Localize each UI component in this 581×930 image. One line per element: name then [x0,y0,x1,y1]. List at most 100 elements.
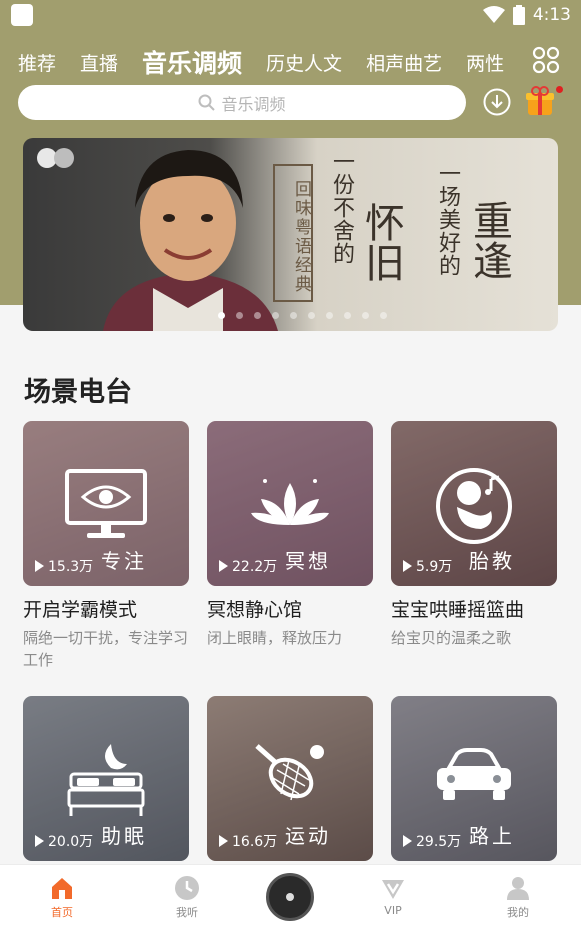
section-title: 场景电台 [24,377,132,408]
search-placeholder: 音乐调频 [221,94,286,114]
tab-live[interactable]: 直播 [80,49,118,76]
play-count-value: 16.6万 [232,834,278,850]
play-count-value: 29.5万 [416,834,462,850]
banner-dot [236,312,243,319]
vip-icon [382,880,404,899]
banner-dot [290,312,297,319]
card-tag: 运动 [285,824,331,848]
play-count: 15.3万 [35,556,93,576]
play-count-value: 22.2万 [232,559,278,575]
nav-vip[interactable]: VIP [363,875,423,917]
status-time: 4:13 [532,5,571,25]
nav-listened-label: 我听 [176,906,198,919]
nav-listened[interactable]: 我听 [157,875,217,920]
lotus-icon [251,479,329,525]
download-icon[interactable] [482,87,512,117]
play-count-value: 15.3万 [48,559,94,575]
banner-line1-big: 怀旧 [358,202,404,282]
card-thumbnail: 29.5万 路上 [391,696,557,861]
nav-mine[interactable]: 我的 [488,875,548,920]
tab-recommend[interactable]: 推荐 [18,49,56,76]
banner-line2: 一场美好的 [435,162,460,277]
search-bar[interactable]: 音乐调频 [18,85,466,120]
play-icon [403,835,412,847]
category-tabs: 推荐 直播 音乐调频 历史人文 相声曲艺 两性 [18,42,528,82]
play-count-value: 5.9万 [416,559,453,575]
user-icon [507,877,529,900]
play-icon [35,835,44,847]
banner-dot [344,312,351,319]
card-subtitle: 隔绝一切干扰，专注学习工作 [23,629,189,669]
gift-icon[interactable] [526,86,554,116]
scene-card-meditation[interactable]: 22.2万 冥想 冥想静心馆 闭上眼睛，释放压力 [207,421,373,649]
banner-dot [308,312,315,319]
card-tag: 助眠 [101,824,147,848]
tab-relationship[interactable]: 两性 [466,49,504,76]
all-categories-icon[interactable] [532,46,560,74]
scene-card-prenatal[interactable]: 5.9万 胎教 宝宝哄睡摇篮曲 给宝贝的温柔之歌 [391,421,557,649]
baby-icon [436,468,512,544]
banner-line2-big: 重逢 [466,200,512,280]
banner-toggle-icon [37,148,74,168]
scene-card-commute[interactable]: 29.5万 路上 [391,696,557,861]
car-icon [437,748,511,800]
card-title: 开启学霸模式 [23,599,138,621]
card-subtitle: 给宝贝的温柔之歌 [391,629,512,647]
banner-dot [272,312,279,319]
notification-dot [556,86,563,93]
play-icon [403,560,412,572]
nav-home[interactable]: 首页 [32,875,92,920]
play-count: 5.9万 [403,556,452,576]
play-count: 22.2万 [219,556,277,576]
banner-vertical-label: 回味粤语经典 [273,164,313,302]
tab-crosstalk[interactable]: 相声曲艺 [366,49,442,76]
tab-music-fm[interactable]: 音乐调频 [142,44,242,80]
card-tag: 专注 [101,549,147,573]
scene-card-sports[interactable]: 16.6万 运动 [207,696,373,861]
status-right: 4:13 [482,5,571,25]
play-icon [219,835,228,847]
battery-icon [512,5,525,25]
play-icon [35,560,44,572]
card-tag: 胎教 [469,549,515,573]
play-count: 16.6万 [219,831,277,851]
banner-dot [254,312,261,319]
scene-card-focus[interactable]: 15.3万 专注 开启学霸模式 隔绝一切干扰，专注学习工作 [23,421,189,671]
card-title: 冥想静心馆 [207,599,303,621]
status-bar: 4:13 [0,0,581,32]
play-count: 29.5万 [403,831,461,851]
card-subtitle: 闭上眼睛，释放压力 [207,629,343,647]
home-icon [52,878,72,899]
tab-history[interactable]: 历史人文 [266,49,342,76]
monitor-eye-icon [65,469,147,538]
banner-dot [362,312,369,319]
nav-mine-label: 我的 [507,906,529,919]
card-thumbnail: 5.9万 胎教 [391,421,557,586]
card-thumbnail: 22.2万 冥想 [207,421,373,586]
bed-moon-icon [67,744,145,816]
banner-portrait [103,150,278,331]
card-tag: 路上 [469,824,515,848]
card-tag: 冥想 [285,549,331,573]
notification-icon [11,4,33,26]
search-icon [198,94,216,111]
promo-banner[interactable]: 回味粤语经典 一份不舍的 怀旧 一场美好的 重逢 [23,138,558,331]
banner-dot [380,312,387,319]
scene-card-sleep[interactable]: 20.0万 助眠 [23,696,189,861]
banner-dot [326,312,333,319]
card-thumbnail: 20.0万 助眠 [23,696,189,861]
player-disc-icon[interactable] [266,873,314,921]
play-count-value: 20.0万 [48,834,94,850]
card-title: 宝宝哄睡摇篮曲 [391,599,525,621]
nav-home-label: 首页 [51,906,73,919]
play-icon [219,560,228,572]
card-thumbnail: 15.3万 专注 [23,421,189,586]
clock-icon [175,876,199,900]
card-thumbnail: 16.6万 运动 [207,696,373,861]
banner-pagination [218,312,387,319]
app-screen: 4:13 推荐 直播 音乐调频 历史人文 相声曲艺 两性 音乐调频 回味粤语经典… [0,0,581,930]
tennis-icon [255,744,324,801]
wifi-icon [482,6,505,23]
nav-vip-label: VIP [384,904,402,917]
banner-line1: 一份不舍的 [329,150,354,265]
